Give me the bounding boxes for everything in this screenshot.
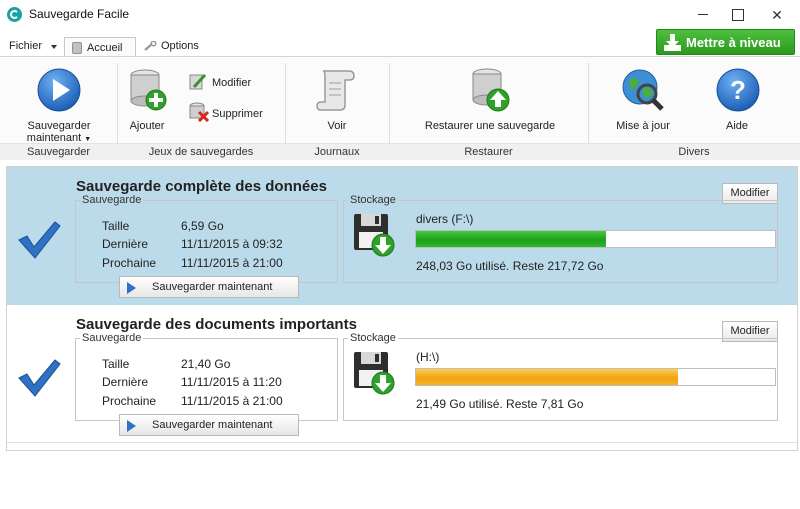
storage-usage-bar <box>415 368 776 386</box>
storage-usage-bar <box>415 230 776 248</box>
storage-legend: Stockage <box>348 194 398 206</box>
help-button[interactable]: Aide <box>714 120 760 132</box>
add-button[interactable]: Ajouter <box>122 120 172 132</box>
next-backup-value: 11/11/2015 à 21:00 <box>181 256 283 270</box>
save-now-label: Sauvegarder maintenant <box>152 281 273 293</box>
group-label-jeux: Jeux de sauvegardes <box>148 146 254 158</box>
backup-title: Sauvegarde des documents importants <box>76 316 357 333</box>
scroll-icon <box>316 70 355 111</box>
wrench-icon <box>144 41 157 51</box>
upgrade-label: Mettre à niveau <box>686 35 781 50</box>
edit-icon <box>189 73 207 90</box>
app-logo-icon <box>7 7 22 22</box>
next-backup-label: Prochaine <box>102 256 157 270</box>
title-bar: Sauvegarde Facile ✕ <box>0 0 800 30</box>
last-backup-label: Dernière <box>102 237 149 251</box>
play-icon <box>127 420 136 432</box>
backup-title: Sauvegarde complète des données <box>76 178 327 195</box>
tab-label: Options <box>161 40 199 52</box>
delete-icon <box>189 102 209 122</box>
storage-legend: Stockage <box>348 332 398 344</box>
ribbon-group-labels: Sauvegarder Jeux de sauvegardes Journaux… <box>0 143 800 160</box>
window-title: Sauvegarde Facile <box>29 7 130 21</box>
drive-name: (H:\) <box>416 350 440 364</box>
storage-usage-fill <box>416 369 679 385</box>
upgrade-button[interactable]: Mettre à niveau <box>656 29 795 55</box>
save-now-button[interactable]: Sauvegarder maintenant <box>119 414 299 436</box>
backup-legend: Sauvegarde <box>80 194 144 206</box>
checkmark-icon <box>18 359 61 397</box>
play-icon <box>37 68 81 112</box>
play-icon <box>127 282 136 294</box>
globe-search-icon <box>622 69 664 111</box>
file-menu[interactable]: Fichier <box>9 40 42 52</box>
drive-name: divers (F:\) <box>416 212 474 226</box>
database-add-icon <box>130 69 167 111</box>
help-icon: ? <box>716 68 760 112</box>
svg-text:?: ? <box>730 75 746 105</box>
close-icon[interactable]: ✕ <box>754 0 800 30</box>
next-backup-value: 11/11/2015 à 21:00 <box>181 394 283 408</box>
next-backup-label: Prochaine <box>102 394 157 408</box>
save-now-button[interactable]: Sauvegarder maintenant <box>119 276 299 298</box>
download-icon <box>664 34 681 51</box>
size-label: Taille <box>102 357 130 371</box>
backup-now-label-1: Sauvegarder <box>27 120 91 132</box>
save-now-label: Sauvegarder maintenant <box>152 419 273 431</box>
database-icon <box>72 42 82 54</box>
backup-legend: Sauvegarde <box>80 332 144 344</box>
size-label: Taille <box>102 219 130 233</box>
backup-card[interactable]: Sauvegarde des documents importants Modi… <box>7 305 797 443</box>
database-restore-icon <box>472 68 510 112</box>
chevron-down-icon <box>51 45 57 49</box>
chevron-down-icon: ▼ <box>84 136 92 143</box>
group-label-journaux: Journaux <box>314 146 360 158</box>
restore-button[interactable]: Restaurer une sauvegarde <box>410 120 570 132</box>
update-button[interactable]: Mise à jour <box>608 120 678 132</box>
group-label-restaurer: Restaurer <box>464 146 513 158</box>
checkmark-icon <box>18 221 61 259</box>
backup-card[interactable]: Sauvegarde complète des données Modifier… <box>7 167 797 305</box>
storage-usage-text: 248,03 Go utilisé. Reste 217,72 Go <box>416 259 604 273</box>
backup-info-group: Sauvegarde Taille 6,59 Go Dernière 11/11… <box>75 194 338 283</box>
tab-accueil[interactable]: Accueil <box>64 37 136 57</box>
group-label-divers: Divers <box>678 146 710 158</box>
storage-group: Stockage (H:\) 21,49 Go utilisé. Reste 7… <box>343 332 778 421</box>
size-value: 6,59 Go <box>181 219 224 233</box>
backup-info-group: Sauvegarde Taille 21,40 Go Dernière 11/1… <box>75 332 338 421</box>
last-backup-value: 11/11/2015 à 11:20 <box>181 375 282 389</box>
view-logs-button[interactable]: Voir <box>315 120 359 132</box>
storage-group: Stockage divers (F:\) 248,03 Go utilisé.… <box>343 194 778 283</box>
delete-set-button[interactable]: Supprimer <box>212 108 263 120</box>
storage-usage-text: 21,49 Go utilisé. Reste 7,81 Go <box>416 397 584 411</box>
modify-set-button[interactable]: Modifier <box>212 77 251 89</box>
last-backup-value: 11/11/2015 à 09:32 <box>181 237 283 251</box>
tab-label: Accueil <box>87 42 123 54</box>
floppy-disk-icon <box>354 352 395 395</box>
backup-list: Sauvegarde complète des données Modifier… <box>6 166 798 451</box>
ribbon: Sauvegarder maintenant ▼ Ajouter Modifie… <box>0 56 800 160</box>
size-value: 21,40 Go <box>181 357 231 371</box>
group-label-sauvegarder: Sauvegarder <box>27 146 90 158</box>
last-backup-label: Dernière <box>102 375 149 389</box>
storage-usage-fill <box>416 231 607 247</box>
floppy-disk-icon <box>354 214 395 257</box>
